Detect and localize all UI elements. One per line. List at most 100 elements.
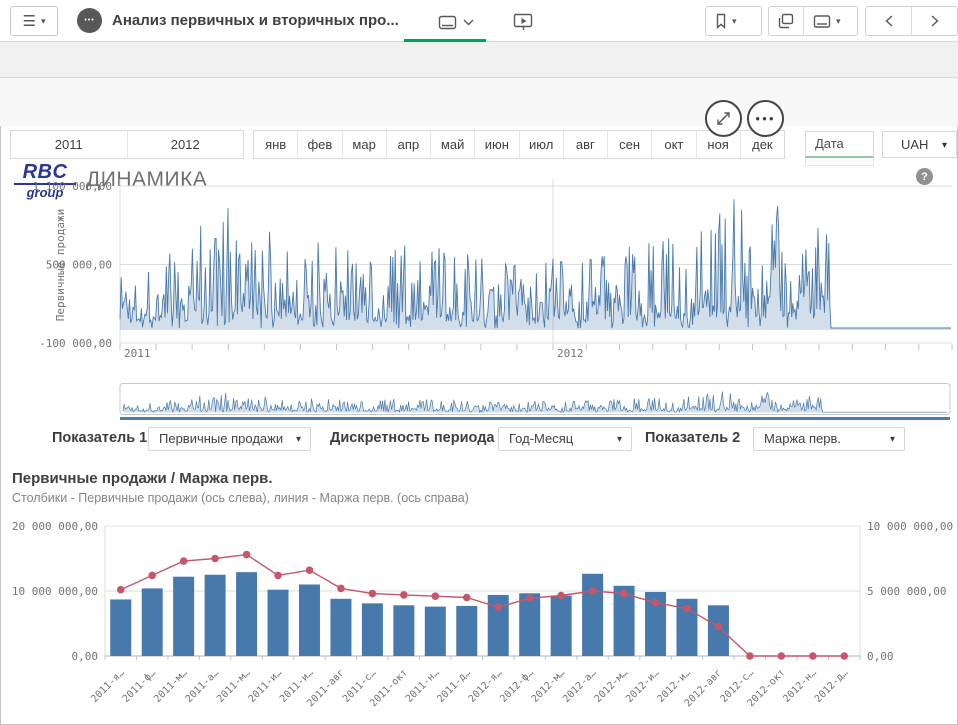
bar-2011-май[interactable] <box>236 572 257 656</box>
duplicate-sheet-button[interactable] <box>769 7 803 35</box>
month-cell-май[interactable]: май <box>431 131 475 158</box>
chart-options-button[interactable]: ●●● <box>747 100 784 137</box>
svg-text:2012-м…: 2012-м… <box>593 667 631 705</box>
bar-2012-мар[interactable] <box>551 596 572 656</box>
expand-chart-button[interactable] <box>705 100 742 137</box>
marker-2012-июн[interactable] <box>652 599 660 607</box>
bar-2011-дек[interactable] <box>456 606 477 656</box>
bar-2011-июн[interactable] <box>268 590 289 656</box>
marker-2011-апр[interactable] <box>211 555 219 563</box>
top-navbar: ☰ ▾ ••• Анализ первичных и вторичных про… <box>0 0 958 42</box>
bar-2011-фев[interactable] <box>142 588 163 656</box>
svg-text:1 100 000,00: 1 100 000,00 <box>33 180 112 193</box>
year-cell-2012[interactable]: 2012 <box>128 131 244 158</box>
currency-dropdown[interactable]: UAH ▾ <box>882 131 957 158</box>
app-thumbnail-icon: ••• <box>77 8 102 33</box>
bar-2011-сен[interactable] <box>362 603 383 656</box>
month-cell-сен[interactable]: сен <box>608 131 652 158</box>
svg-text:2012-н…: 2012-н… <box>781 667 819 705</box>
svg-text:2011-м…: 2011-м… <box>152 667 190 705</box>
marker-2012-ноя[interactable] <box>809 652 817 660</box>
indicator2-label: Показатель 2 <box>645 430 740 446</box>
current-sheet-button[interactable] <box>430 10 482 34</box>
marker-2011-сен[interactable] <box>369 590 377 598</box>
marker-2012-мар[interactable] <box>557 592 565 600</box>
navigator-scrollbar[interactable] <box>120 417 950 420</box>
chevron-right-icon <box>930 14 940 28</box>
previous-sheet-button[interactable] <box>866 7 911 35</box>
bar-2011-ноя[interactable] <box>425 607 446 656</box>
bar-2012-фев[interactable] <box>519 593 540 656</box>
svg-text:2012-я…: 2012-я… <box>467 667 505 705</box>
next-sheet-button[interactable] <box>912 7 957 35</box>
month-cell-янв[interactable]: янв <box>254 131 298 158</box>
marker-2012-фев[interactable] <box>526 594 534 602</box>
caret-down-icon: ▾ <box>732 17 737 26</box>
svg-text:2012-ф…: 2012-ф… <box>498 667 536 705</box>
marker-2012-апр[interactable] <box>589 587 597 595</box>
combo-chart-subtitle: Столбики - Первичные продажи (ось слева)… <box>12 491 469 505</box>
month-cell-апр[interactable]: апр <box>387 131 431 158</box>
marker-2011-мар[interactable] <box>180 557 188 565</box>
marker-2011-авг[interactable] <box>337 585 345 593</box>
month-cell-мар[interactable]: мар <box>343 131 387 158</box>
marker-2012-дек[interactable] <box>840 652 848 660</box>
marker-2011-дек[interactable] <box>463 594 471 602</box>
qlik-dashboard-window: ☰ ▾ ••• Анализ первичных и вторичных про… <box>0 0 958 725</box>
bar-2011-мар[interactable] <box>173 577 194 656</box>
month-cell-июл[interactable]: июл <box>520 131 564 158</box>
hamburger-icon: ☰ <box>23 14 36 29</box>
month-filter-listbox: янвфевмарапрмайиюниюлавгсеноктноядек <box>253 130 785 159</box>
bar-2012-авг[interactable] <box>708 605 729 656</box>
date-search-field[interactable]: Дата <box>805 131 874 158</box>
svg-text:2011-и…: 2011-и… <box>247 667 285 705</box>
sheet-list-button[interactable]: ▾ <box>804 7 850 35</box>
period-dropdown[interactable]: Год-Месяц ▾ <box>498 427 632 451</box>
svg-text:2011: 2011 <box>124 347 151 360</box>
global-menu-button[interactable]: ☰ ▾ <box>10 6 58 36</box>
bar-2011-авг[interactable] <box>330 599 351 656</box>
marker-2012-янв[interactable] <box>494 603 502 611</box>
marker-2011-июн[interactable] <box>274 572 282 580</box>
svg-text:2012-д…: 2012-д… <box>813 667 851 705</box>
chart-navigator[interactable] <box>0 380 958 424</box>
combo-chart-title: Первичные продажи / Маржа перв. <box>12 470 273 487</box>
daily-sales-line-chart[interactable]: 1 100 000,00500 000,00-100 000,002011201… <box>0 165 958 370</box>
presentation-mode-icon[interactable] <box>512 12 536 32</box>
indicator1-dropdown[interactable]: Первичные продажи ▾ <box>148 427 311 451</box>
year-cell-2011[interactable]: 2011 <box>11 131 128 158</box>
bar-2011-окт[interactable] <box>393 605 414 656</box>
bookmark-button[interactable]: ▾ <box>706 7 746 35</box>
marker-2012-сен[interactable] <box>746 652 754 660</box>
bar-2012-апр[interactable] <box>582 574 603 656</box>
indicator1-label: Показатель 1 <box>52 430 147 446</box>
svg-text:2012-м…: 2012-м… <box>530 667 568 705</box>
marker-2011-июл[interactable] <box>306 566 314 574</box>
marker-2012-авг[interactable] <box>715 623 723 631</box>
indicator2-dropdown[interactable]: Маржа перв. ▾ <box>753 427 905 451</box>
bar-2011-янв[interactable] <box>110 599 131 656</box>
chevron-down-icon <box>463 19 474 26</box>
marker-2011-май[interactable] <box>243 551 251 559</box>
month-cell-окт[interactable]: окт <box>652 131 696 158</box>
marker-2012-июл[interactable] <box>683 605 691 613</box>
month-cell-авг[interactable]: авг <box>564 131 608 158</box>
monthly-combo-chart[interactable]: 20 000 000,0010 000 000,000,0010 000 000… <box>0 512 958 725</box>
marker-2011-фев[interactable] <box>148 572 156 580</box>
selections-toolbar: Применены скрытые выборки Выборки <box>0 42 958 78</box>
caret-down-icon: ▾ <box>296 435 301 445</box>
bar-2011-апр[interactable] <box>205 575 226 656</box>
marker-2011-янв[interactable] <box>117 586 125 594</box>
y-axis-title: Первичные продажи <box>54 209 67 322</box>
marker-2011-окт[interactable] <box>400 591 408 599</box>
currency-value: UAH <box>901 137 928 152</box>
month-cell-фев[interactable]: фев <box>298 131 342 158</box>
month-cell-июн[interactable]: июн <box>475 131 519 158</box>
svg-text:2012-и…: 2012-и… <box>624 667 662 705</box>
marker-2011-ноя[interactable] <box>432 592 440 600</box>
marker-2012-окт[interactable] <box>778 652 786 660</box>
svg-text:2011-м…: 2011-м… <box>215 667 253 705</box>
sheet-button-group: ▾ <box>768 6 858 36</box>
bar-2011-июл[interactable] <box>299 585 320 657</box>
marker-2012-май[interactable] <box>620 590 628 598</box>
